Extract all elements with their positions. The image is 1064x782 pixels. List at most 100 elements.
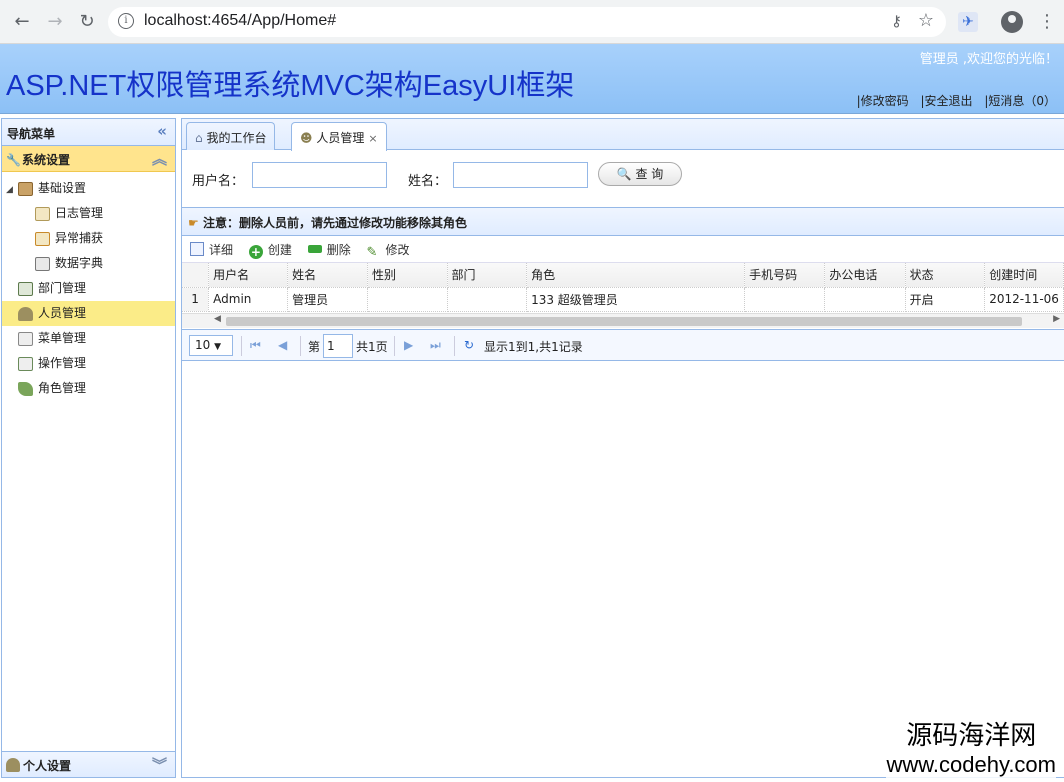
info-icon[interactable]: i	[118, 13, 134, 29]
query-button[interactable]: 🔍 查 询	[598, 162, 682, 186]
folder-icon	[18, 181, 33, 196]
star-icon[interactable]: ☆	[918, 10, 934, 31]
column-header[interactable]: 办公电话	[824, 263, 906, 288]
scroll-left-icon[interactable]: ◀	[214, 314, 221, 324]
accordion-personal-settings[interactable]: 个人设置 ︾	[2, 751, 175, 777]
extension-icon[interactable]: ✈	[958, 12, 978, 32]
page-size-select[interactable]: 10 ▼	[189, 335, 233, 356]
change-password-link[interactable]: |修改密码	[857, 94, 909, 108]
role-icon	[18, 381, 33, 396]
close-icon[interactable]: ×	[368, 132, 377, 145]
expand-triangle-icon[interactable]: ◢	[6, 178, 18, 203]
column-header[interactable]: 姓名	[287, 263, 369, 288]
main-panel: ⌂ 我的工作台 ☻ 人员管理 × 用户名： 姓名： 🔍 查 询 ☛ 注意：删除人员…	[181, 118, 1064, 778]
column-header[interactable]: 性别	[367, 263, 448, 288]
profile-icon[interactable]	[1001, 11, 1023, 33]
row-number-header	[182, 263, 210, 288]
horizontal-scrollbar[interactable]: ◀ ▶	[182, 313, 1064, 328]
accordion-system-settings[interactable]: 🔧系统设置 ︽	[2, 146, 175, 172]
scroll-right-icon[interactable]: ▶	[1053, 314, 1060, 324]
column-header[interactable]: 状态	[905, 263, 986, 288]
sidebar-item-label: 角色管理	[38, 381, 87, 395]
next-page-icon[interactable]: ▶	[404, 338, 413, 352]
sidebar-item-department[interactable]: 部门管理	[2, 276, 175, 301]
sidebar-item-role[interactable]: 角色管理	[2, 376, 175, 401]
key-icon[interactable]: ⚷	[891, 12, 902, 30]
tab-label: 我的工作台	[206, 131, 267, 145]
table-cell[interactable]	[744, 287, 826, 312]
book-icon	[35, 256, 50, 271]
browser-chrome: ← → ↻ i localhost:4654/App/Home# ⚷ ☆ ✈ ⋮	[0, 0, 1064, 44]
scrollbar-thumb[interactable]	[226, 317, 1022, 326]
table-row[interactable]: 1 Admin 管理员 133 超级管理员 开启 2012-11-06	[182, 287, 1064, 312]
refresh-icon[interactable]: ↻	[464, 338, 474, 352]
sidebar-item-label: 操作管理	[38, 356, 87, 370]
column-header[interactable]: 创建时间	[984, 263, 1064, 288]
accordion-label: 系统设置	[22, 153, 71, 167]
table-cell[interactable]: 开启	[905, 287, 986, 312]
back-icon[interactable]: ←	[12, 12, 32, 32]
pagination-bar: 10 ▼ ⏮ ◀ 第 1 共1页 ▶ ⏭ ↻ 显示1到1,共1记录	[182, 329, 1064, 361]
first-page-icon[interactable]: ⏮	[250, 338, 261, 353]
chevron-up-icon[interactable]: ︽	[152, 148, 167, 169]
logout-link[interactable]: |安全退出	[920, 94, 972, 108]
table-cell[interactable]	[367, 287, 448, 312]
tab-label: 人员管理	[316, 131, 365, 145]
last-page-icon[interactable]: ⏭	[430, 338, 441, 353]
detail-label: 详细	[209, 243, 234, 257]
page-number-input[interactable]: 1	[323, 334, 353, 358]
menu-manage-icon	[18, 331, 33, 346]
name-input[interactable]	[453, 162, 588, 188]
create-button[interactable]: + 创建	[248, 243, 292, 259]
pager-summary: 显示1到1,共1记录	[484, 340, 583, 354]
notice-text: 注意：删除人员前，请先通过修改功能移除其角色	[202, 216, 467, 230]
user-table: 用户名 姓名 性别 部门 角色 手机号码 办公电话 状态 创建时间 1 Admi…	[182, 263, 1064, 312]
column-header[interactable]: 部门	[447, 263, 528, 288]
prev-page-icon[interactable]: ◀	[278, 338, 287, 352]
table-cell[interactable]: Admin	[208, 287, 289, 312]
tab-bar: ⌂ 我的工作台 ☻ 人员管理 ×	[182, 119, 1064, 151]
messages-link[interactable]: |短消息（0）	[984, 94, 1056, 108]
column-header[interactable]: 用户名	[208, 263, 289, 288]
sidebar-item-label: 基础设置	[38, 181, 87, 195]
table-cell[interactable]: 2012-11-06	[984, 287, 1064, 312]
table-cell[interactable]	[447, 287, 528, 312]
reload-icon[interactable]: ↻	[77, 12, 97, 32]
edit-button[interactable]: ✎ 修改	[367, 243, 410, 260]
delete-button[interactable]: 删除	[307, 243, 351, 257]
sidebar-item-dictionary[interactable]: 数据字典	[2, 251, 175, 276]
username-input[interactable]	[252, 162, 387, 188]
column-header[interactable]: 手机号码	[744, 263, 826, 288]
sidebar-item-basic-settings[interactable]: ◢ 基础设置	[2, 176, 175, 201]
warning-icon	[35, 231, 50, 246]
chevron-down-icon[interactable]: ︾	[152, 754, 167, 775]
collapse-icon[interactable]: «	[157, 122, 167, 140]
menu-icon[interactable]: ⋮	[1038, 10, 1056, 34]
table-cell[interactable]: 133 超级管理员	[526, 287, 746, 312]
sidebar-item-label: 日志管理	[55, 206, 104, 220]
sidebar-item-users[interactable]: 人员管理	[2, 301, 175, 326]
sidebar-item-menu[interactable]: 菜单管理	[2, 326, 175, 351]
detail-button[interactable]: 详细	[190, 242, 234, 257]
sidebar-header: 导航菜单 «	[2, 119, 175, 146]
sidebar-item-operation[interactable]: 操作管理	[2, 351, 175, 376]
document-icon	[190, 242, 204, 256]
tab-user-management[interactable]: ☻ 人员管理 ×	[291, 122, 387, 151]
sidebar-item-exception[interactable]: 异常捕获	[2, 226, 175, 251]
tab-workbench[interactable]: ⌂ 我的工作台	[186, 122, 276, 150]
page-total: 共1页	[356, 340, 388, 354]
header-links: |修改密码 |安全退出 |短消息（0）	[849, 92, 1056, 109]
table-cell[interactable]: 管理员	[287, 287, 369, 312]
forward-icon[interactable]: →	[45, 12, 65, 32]
search-panel: 用户名： 姓名： 🔍 查 询	[182, 150, 1064, 208]
sidebar-item-log[interactable]: 日志管理	[2, 201, 175, 226]
table-cell[interactable]	[824, 287, 906, 312]
watermark-cn: 源码海洋网	[906, 721, 1037, 751]
row-number: 1	[182, 287, 210, 312]
address-bar[interactable]: i localhost:4654/App/Home# ⚷ ☆	[108, 7, 946, 37]
url-text[interactable]: localhost:4654/App/Home#	[144, 12, 336, 30]
search-icon: 🔍	[616, 167, 632, 181]
column-header[interactable]: 角色	[526, 263, 746, 288]
home-icon: ⌂	[195, 131, 203, 145]
user-icon: ☻	[300, 131, 313, 145]
